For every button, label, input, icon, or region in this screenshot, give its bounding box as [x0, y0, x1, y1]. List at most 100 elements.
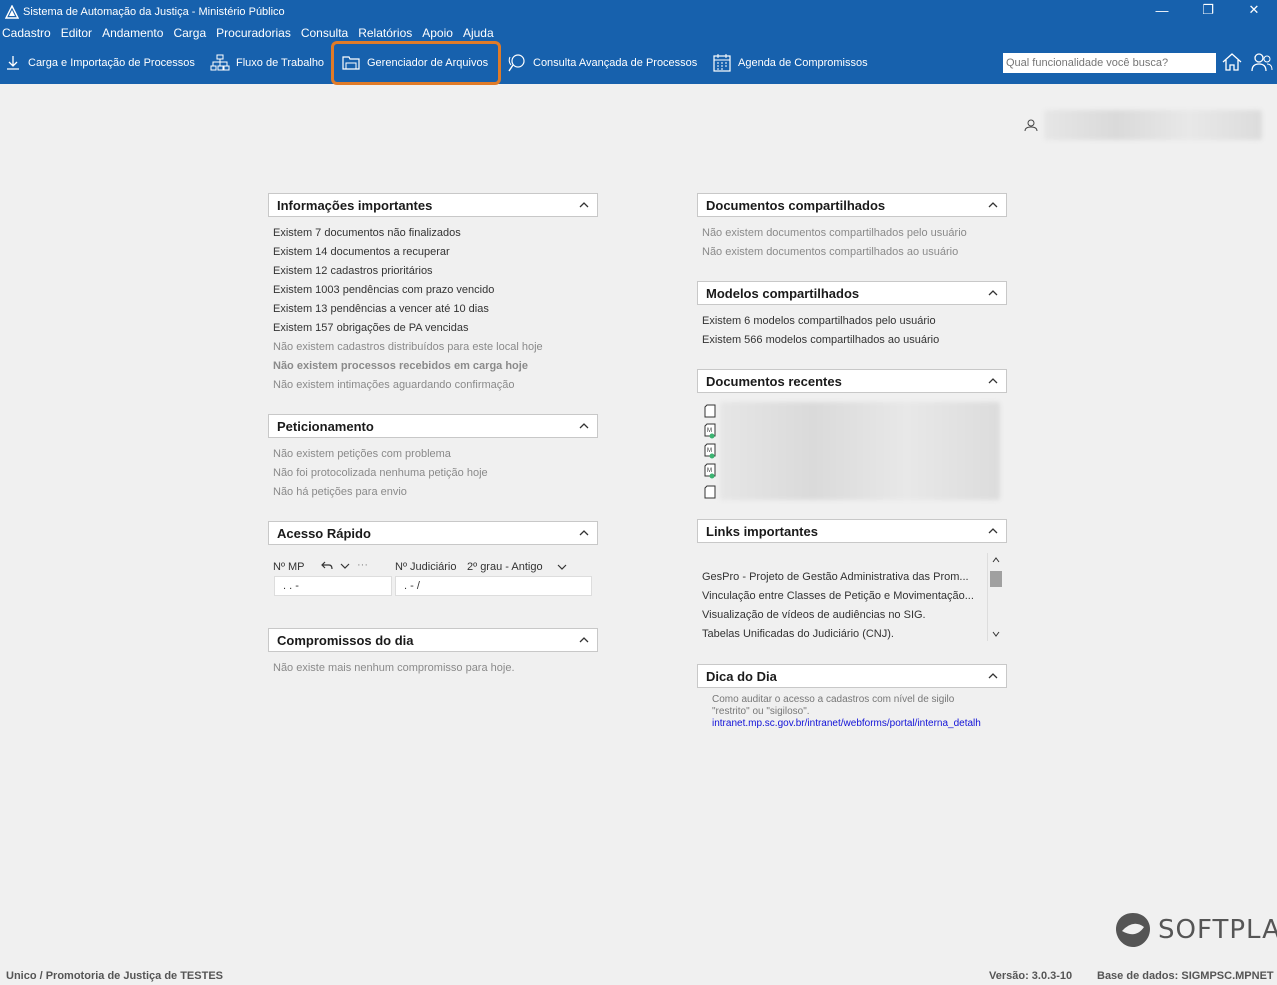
panel-header[interactable]: Acesso Rápido — [268, 521, 598, 545]
menu-andamento[interactable]: Andamento — [102, 26, 163, 40]
compromissos-line: Não existe mais nenhum compromisso para … — [273, 662, 515, 674]
panel-documentos-recentes: Documentos recentes — [697, 369, 1007, 393]
panel-header[interactable]: Documentos recentes — [697, 369, 1007, 393]
document-signed-icon[interactable]: M — [704, 443, 716, 459]
scroll-thumb[interactable] — [990, 571, 1002, 587]
chevron-down-icon[interactable] — [556, 561, 568, 573]
app-logo-icon — [5, 5, 19, 19]
svg-text:M: M — [707, 468, 712, 474]
maximize-button[interactable]: ❐ — [1185, 0, 1231, 20]
gerenciador-highlight — [331, 41, 501, 85]
doc-compart-line: Não existem documentos compartilhados ao… — [702, 246, 959, 258]
info-line[interactable]: Existem 13 pendências a vencer até 10 di… — [273, 300, 593, 319]
info-line: Não existem intimações aguardando confir… — [273, 379, 515, 391]
chevron-up-icon[interactable] — [988, 671, 998, 681]
minimize-button[interactable]: — — [1139, 0, 1185, 20]
document-signed-icon[interactable]: M — [704, 423, 716, 439]
chevron-up-icon[interactable] — [988, 200, 998, 210]
menu-editor[interactable]: Editor — [61, 26, 92, 40]
home-icon[interactable] — [1221, 51, 1243, 73]
menu-relatorios[interactable]: Relatórios — [358, 26, 412, 40]
document-icon[interactable] — [704, 485, 716, 499]
peticionamento-line: Não existem petições com problema — [273, 448, 451, 460]
panel-header[interactable]: Dica do Dia — [697, 664, 1007, 688]
user-icon — [1024, 119, 1038, 132]
panel-modelos-compartilhados: Modelos compartilhados Existem 6 modelos… — [697, 281, 1007, 356]
svg-text:M: M — [707, 428, 712, 434]
info-line[interactable]: Existem 12 cadastros prioritários — [273, 262, 593, 281]
agenda-compromissos-button[interactable]: Agenda de Compromissos — [712, 42, 868, 84]
scroll-down-icon[interactable] — [991, 630, 1001, 638]
flow-icon — [210, 54, 230, 71]
panel-header[interactable]: Informações importantes — [268, 193, 598, 217]
chevron-up-icon[interactable] — [579, 635, 589, 645]
consulta-avancada-button[interactable]: Consulta Avançada de Processos — [507, 42, 697, 84]
links-scrollbar[interactable] — [987, 553, 1003, 641]
link-item[interactable]: Visualização de vídeos de audiências no … — [702, 606, 979, 625]
status-version: Versão: 3.0.3-10 — [989, 970, 1073, 982]
status-database: Base de dados: SIGMPSC.MPNET — [1097, 970, 1274, 982]
panel-title: Peticionamento — [277, 418, 374, 434]
user-name-redacted — [1044, 110, 1262, 140]
panel-header[interactable]: Modelos compartilhados — [697, 281, 1007, 305]
panel-header[interactable]: Peticionamento — [268, 414, 598, 438]
chevron-up-icon[interactable] — [579, 200, 589, 210]
modelos-line[interactable]: Existem 566 modelos compartilhados ao us… — [702, 331, 1002, 350]
nj-input[interactable]: . - / — [395, 576, 592, 596]
link-item[interactable]: Tabelas Unificadas do Judiciário (CNJ). — [702, 625, 979, 644]
info-line[interactable]: Existem 1003 pendências com prazo vencid… — [273, 281, 593, 300]
modelos-line[interactable]: Existem 6 modelos compartilhados pelo us… — [702, 312, 1002, 331]
chevron-up-icon[interactable] — [579, 528, 589, 538]
carga-importacao-button[interactable]: Carga e Importação de Processos — [4, 42, 195, 84]
panel-dica-do-dia: Dica do Dia Como auditar o acesso a cada… — [697, 664, 1007, 730]
chevron-down-icon[interactable] — [339, 560, 351, 572]
chevron-up-icon[interactable] — [988, 526, 998, 536]
document-signed-icon[interactable]: M — [704, 463, 716, 479]
info-line[interactable]: Existem 7 documentos não finalizados — [273, 224, 593, 243]
info-line[interactable]: Existem 157 obrigações de PA vencidas — [273, 319, 593, 338]
fluxo-trabalho-button[interactable]: Fluxo de Trabalho — [210, 42, 324, 84]
user-info — [1024, 110, 1262, 140]
menu-apoio[interactable]: Apoio — [422, 26, 453, 40]
feature-search-input[interactable] — [1003, 53, 1216, 73]
nj-label: Nº Judiciário — [395, 561, 457, 573]
panel-peticionamento: Peticionamento Não existem petições com … — [268, 414, 598, 508]
panel-title: Links importantes — [706, 523, 818, 539]
recent-documents-redacted — [720, 402, 1000, 500]
panel-header[interactable]: Documentos compartilhados — [697, 193, 1007, 217]
menu-carga[interactable]: Carga — [173, 26, 206, 40]
link-item[interactable]: GesPro - Projeto de Gestão Administrativ… — [702, 568, 979, 587]
status-location: Unico / Promotoria de Justiça de TESTES — [6, 970, 223, 982]
window-title: Sistema de Automação da Justiça - Minist… — [23, 6, 285, 18]
chevron-up-icon[interactable] — [579, 421, 589, 431]
menu-consulta[interactable]: Consulta — [301, 26, 348, 40]
nmp-label: Nº MP — [273, 561, 305, 573]
document-icon[interactable] — [704, 404, 716, 418]
panel-title: Documentos recentes — [706, 373, 842, 389]
nmp-input[interactable]: . . - — [274, 576, 392, 596]
chevron-up-icon[interactable] — [988, 376, 998, 386]
menu-ajuda[interactable]: Ajuda — [463, 26, 494, 40]
menu-cadastro[interactable]: Cadastro — [2, 26, 51, 40]
softplan-logo-icon — [1116, 913, 1150, 947]
menu-procuradorias[interactable]: Procuradorias — [216, 26, 291, 40]
link-item[interactable]: Vinculação entre Classes de Petição e Mo… — [702, 587, 979, 606]
panel-compromissos: Compromissos do dia Não existe mais nenh… — [268, 628, 598, 684]
users-icon[interactable] — [1250, 51, 1274, 73]
info-line: Não existem cadastros distribuídos para … — [273, 341, 543, 353]
panel-header[interactable]: Links importantes — [697, 519, 1007, 543]
undo-icon[interactable] — [321, 560, 333, 572]
panel-header[interactable]: Compromissos do dia — [268, 628, 598, 652]
more-options-button[interactable]: ··· — [357, 559, 368, 571]
close-button[interactable]: ✕ — [1231, 0, 1277, 20]
panel-links-importantes: Links importantes GesPro - Projeto de Ge… — [697, 519, 1007, 650]
dica-link[interactable]: intranet.mp.sc.gov.br/intranet/webforms/… — [712, 718, 1002, 730]
doc-compart-line: Não existem documentos compartilhados pe… — [702, 227, 967, 239]
menu-bar: Cadastro Editor Andamento Carga Procurad… — [0, 24, 1277, 42]
scroll-up-icon[interactable] — [991, 556, 1001, 564]
info-line[interactable]: Existem 14 documentos a recuperar — [273, 243, 593, 262]
grau-select[interactable]: 2º grau - Antigo — [467, 561, 543, 573]
softplan-logo: SOFTPLAN — [1114, 911, 1277, 949]
panel-title: Modelos compartilhados — [706, 285, 860, 301]
chevron-up-icon[interactable] — [988, 288, 998, 298]
